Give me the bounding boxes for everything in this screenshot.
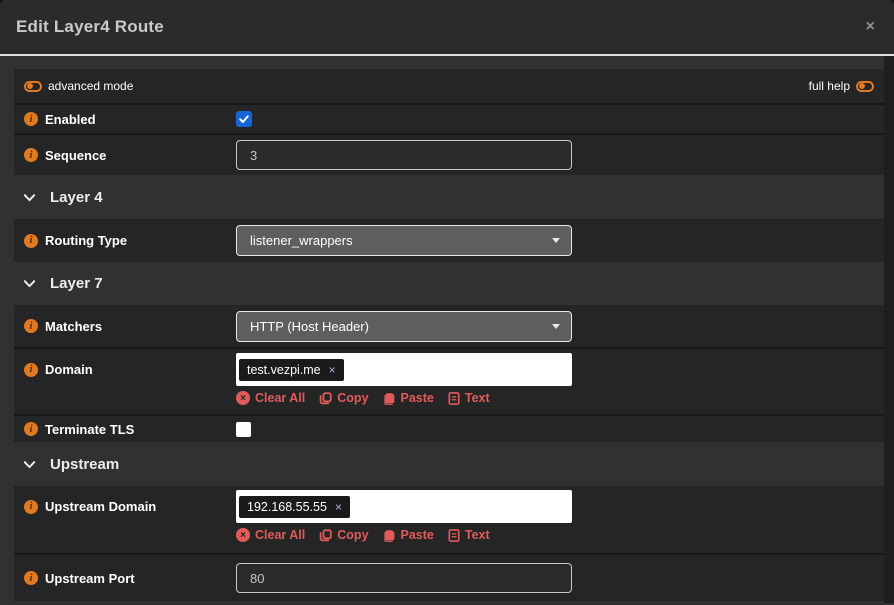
help-bar: advanced mode full help [14, 69, 884, 103]
selected-option: HTTP (Host Header) [250, 319, 369, 334]
circle-x-icon [236, 528, 250, 542]
tag-text: 192.168.55.55 [247, 500, 327, 514]
upstream-domain-tag-actions: Clear All Copy [236, 528, 572, 542]
domain-row: Domain test.vezpi.me × Clear [14, 347, 884, 414]
domain-label-cell: Domain [14, 353, 236, 386]
toggle-off-icon [856, 81, 874, 92]
info-icon[interactable] [24, 571, 38, 585]
copy-button[interactable]: Copy [319, 528, 368, 542]
enabled-checkbox[interactable] [236, 111, 252, 127]
file-text-icon [448, 392, 460, 405]
tag-token: test.vezpi.me × [239, 359, 344, 381]
full-help-toggle[interactable]: full help [809, 79, 874, 93]
field-label: Matchers [45, 319, 102, 334]
upstream-group: Upstream Domain 192.168.55.55 × [14, 486, 884, 601]
terminate-tls-label-cell: Terminate TLS [14, 422, 236, 437]
matchers-label-cell: Matchers [14, 319, 236, 334]
routing-type-select[interactable]: listener_wrappers [236, 225, 572, 256]
layer7-group: Matchers HTTP (Host Header) Domain [14, 305, 884, 442]
advanced-mode-toggle[interactable]: advanced mode [24, 79, 133, 93]
remove-tag-icon[interactable]: × [335, 501, 342, 513]
section-layer7: Layer 7 [14, 262, 884, 305]
sequence-label-cell: Sequence [14, 148, 236, 163]
copy-icon [319, 392, 332, 405]
routing-type-row: Routing Type listener_wrappers [14, 219, 884, 262]
upstream-port-input[interactable] [236, 563, 572, 593]
terminate-tls-row: Terminate TLS [14, 414, 884, 442]
chevron-down-icon[interactable] [22, 457, 37, 472]
dialog-body: advanced mode full help Enabled [0, 56, 894, 603]
clear-all-button[interactable]: Clear All [236, 528, 305, 542]
form-content: advanced mode full help Enabled [14, 69, 884, 601]
section-layer4: Layer 4 [14, 175, 884, 219]
field-label: Terminate TLS [45, 422, 134, 437]
tag-token: 192.168.55.55 × [239, 496, 350, 518]
sequence-row: Sequence [14, 133, 884, 175]
chevron-down-icon[interactable] [22, 190, 37, 205]
terminate-tls-checkbox[interactable] [236, 422, 251, 437]
dropdown-caret-icon [552, 238, 560, 243]
general-group: advanced mode full help Enabled [14, 69, 884, 175]
check-icon [238, 113, 250, 125]
circle-x-icon [236, 391, 250, 405]
domain-tag-actions: Clear All Copy [236, 391, 572, 405]
toggle-off-icon [24, 81, 42, 92]
field-label: Enabled [45, 112, 96, 127]
upstream-domain-row: Upstream Domain 192.168.55.55 × [14, 486, 884, 553]
upstream-port-row: Upstream Port [14, 553, 884, 601]
info-icon[interactable] [24, 500, 38, 514]
file-text-icon [448, 529, 460, 542]
section-title: Layer 7 [50, 275, 103, 292]
page-title: Edit Layer4 Route [16, 17, 164, 37]
paste-icon [383, 529, 396, 542]
matchers-row: Matchers HTTP (Host Header) [14, 305, 884, 347]
close-icon[interactable]: × [866, 19, 875, 35]
paste-button[interactable]: Paste [383, 528, 434, 542]
info-icon[interactable] [24, 234, 38, 248]
field-label: Upstream Domain [45, 499, 156, 514]
upstream-domain-tag-input[interactable]: 192.168.55.55 × [236, 490, 572, 523]
info-icon[interactable] [24, 422, 38, 436]
edit-layer4-route-dialog: Edit Layer4 Route × advanced mode full h… [0, 0, 894, 605]
text-button[interactable]: Text [448, 391, 490, 405]
chevron-down-icon[interactable] [22, 276, 37, 291]
section-title: Upstream [50, 456, 119, 473]
paste-button[interactable]: Paste [383, 391, 434, 405]
dialog-header: Edit Layer4 Route × [0, 0, 894, 56]
clear-all-button[interactable]: Clear All [236, 391, 305, 405]
section-upstream: Upstream [14, 442, 884, 486]
upstream-port-label-cell: Upstream Port [14, 571, 236, 586]
field-label: Sequence [45, 148, 106, 163]
field-label: Routing Type [45, 233, 127, 248]
advanced-mode-label: advanced mode [48, 79, 133, 93]
info-icon[interactable] [24, 112, 38, 126]
field-label: Domain [45, 362, 93, 377]
domain-control: test.vezpi.me × Clear All [236, 353, 572, 405]
remove-tag-icon[interactable]: × [329, 364, 336, 376]
sequence-input[interactable] [236, 140, 572, 170]
field-label: Upstream Port [45, 571, 135, 586]
full-help-label: full help [809, 79, 850, 93]
text-button[interactable]: Text [448, 528, 490, 542]
section-title: Layer 4 [50, 189, 103, 206]
upstream-domain-control: 192.168.55.55 × Clear All [236, 490, 572, 542]
matchers-select[interactable]: HTTP (Host Header) [236, 311, 572, 342]
dropdown-caret-icon [552, 324, 560, 329]
copy-icon [319, 529, 332, 542]
paste-icon [383, 392, 396, 405]
routing-type-label-cell: Routing Type [14, 233, 236, 248]
layer4-group: Routing Type listener_wrappers [14, 219, 884, 262]
tag-text: test.vezpi.me [247, 363, 321, 377]
upstream-domain-label-cell: Upstream Domain [14, 490, 236, 523]
selected-option: listener_wrappers [250, 233, 353, 248]
info-icon[interactable] [24, 148, 38, 162]
copy-button[interactable]: Copy [319, 391, 368, 405]
domain-tag-input[interactable]: test.vezpi.me × [236, 353, 572, 386]
info-icon[interactable] [24, 319, 38, 333]
info-icon[interactable] [24, 363, 38, 377]
scrollbar[interactable] [884, 56, 894, 603]
enabled-row: Enabled [14, 103, 884, 133]
enabled-label-cell: Enabled [14, 112, 236, 127]
